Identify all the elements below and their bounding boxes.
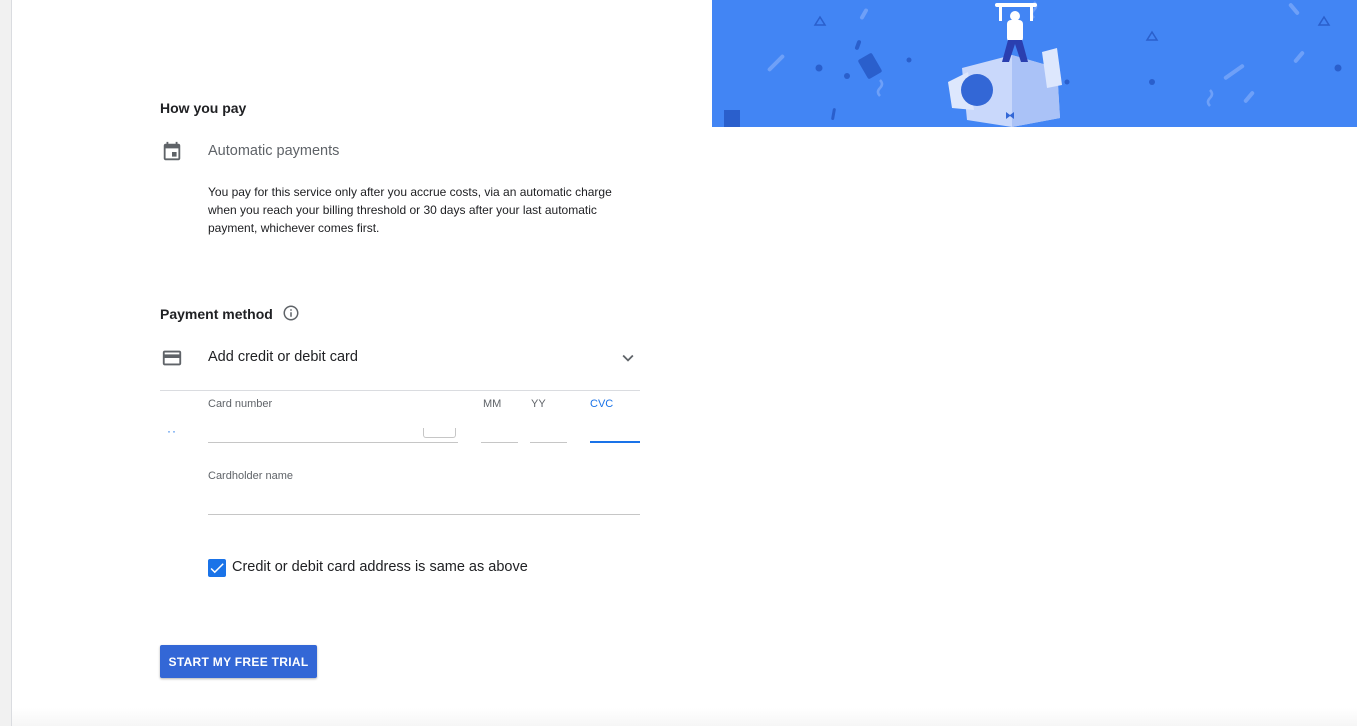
card-section-divider [160,390,640,391]
card-number-label: Card number [208,398,273,410]
checkmark-icon [210,563,224,574]
automatic-payments-label: Automatic payments [208,143,340,159]
address-same-checkbox[interactable] [208,559,226,577]
how-you-pay-title: How you pay [160,100,247,116]
card-brand-indicator: ·· [167,424,177,438]
cvc-label: CVC [590,398,614,410]
cardholder-name-input[interactable] [208,492,640,510]
start-free-trial-button[interactable]: START MY FREE TRIAL [160,645,317,678]
month-underline [481,442,518,443]
year-input[interactable] [530,421,567,439]
info-icon[interactable] [282,304,300,322]
address-same-label[interactable]: Credit or debit card address is same as … [232,559,528,575]
cardholder-name-label: Cardholder name [208,470,293,482]
chevron-down-icon[interactable] [617,347,639,369]
promo-illustration [712,0,1357,127]
year-underline [530,442,567,443]
month-label: MM [483,398,502,410]
calendar-icon [161,141,183,163]
add-card-label[interactable]: Add credit or debit card [208,349,358,365]
credit-card-icon [161,347,183,369]
window-left-edge [0,0,12,726]
page-bottom-edge [12,708,1357,726]
payment-method-title: Payment method [160,306,273,322]
card-number-input[interactable] [208,421,418,439]
cardholder-name-underline [208,514,640,515]
card-number-underline [208,442,458,443]
card-type-icon [423,428,456,438]
cvc-input[interactable] [590,421,640,439]
year-label: YY [531,398,546,410]
automatic-payments-description: You pay for this service only after you … [208,185,612,235]
month-input[interactable] [481,421,518,439]
cvc-underline [590,441,640,443]
